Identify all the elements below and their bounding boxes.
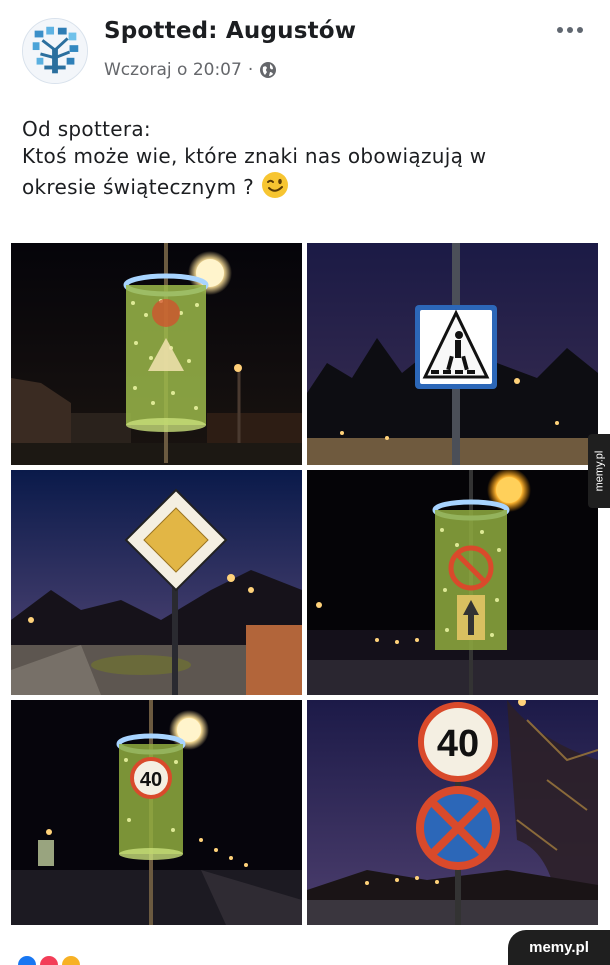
photo-6-image: 40 bbox=[307, 700, 598, 925]
post-photo-4[interactable] bbox=[307, 470, 598, 695]
winking-face-emoji-icon bbox=[260, 170, 290, 200]
photo-4-image bbox=[307, 470, 598, 695]
side-watermark-text: memy.pl bbox=[593, 450, 605, 492]
more-options-icon[interactable] bbox=[550, 18, 590, 42]
speed-sign-label: 40 bbox=[437, 723, 479, 765]
photo-1-image bbox=[11, 243, 302, 465]
post-text-line: Od spottera: bbox=[22, 117, 151, 141]
post-text-line: Ktoś może wie, które znaki nas obowiązuj… bbox=[22, 144, 487, 168]
post-photo-1[interactable] bbox=[11, 243, 302, 465]
post-photo-6[interactable]: 40 bbox=[307, 700, 598, 925]
speed-sign-label: 40 bbox=[140, 769, 162, 791]
haha-reaction-icon bbox=[62, 956, 80, 965]
love-reaction-icon bbox=[40, 956, 58, 965]
reaction-icons[interactable] bbox=[18, 956, 80, 965]
side-watermark: memy.pl bbox=[588, 434, 610, 508]
post-meta: Wczoraj o 20:07 · bbox=[104, 58, 277, 82]
photo-5-image: 40 bbox=[11, 700, 302, 925]
meta-separator: · bbox=[247, 60, 254, 80]
bottom-watermark-text: memy.pl bbox=[529, 939, 589, 956]
post-timestamp[interactable]: Wczoraj o 20:07 bbox=[104, 60, 242, 80]
post-photo-2[interactable] bbox=[307, 243, 598, 465]
post-text: Od spottera: Ktoś może wie, które znaki … bbox=[22, 116, 592, 201]
photo-3-image bbox=[11, 470, 302, 695]
post-text-line-with-emoji: okresie świątecznym ? bbox=[22, 170, 592, 201]
globe-icon bbox=[259, 61, 277, 79]
group-avatar-tree-icon bbox=[23, 19, 87, 83]
bottom-watermark: memy.pl bbox=[508, 930, 610, 965]
post-photo-5[interactable]: 40 bbox=[11, 700, 302, 925]
like-reaction-icon bbox=[18, 956, 36, 965]
post-text-line: okresie świątecznym ? bbox=[22, 175, 255, 199]
post-header: Spotted: Augustów Wczoraj o 20:07 · bbox=[0, 0, 610, 100]
group-name[interactable]: Spotted: Augustów bbox=[104, 18, 356, 44]
group-avatar[interactable] bbox=[22, 18, 88, 84]
post-photo-3[interactable] bbox=[11, 470, 302, 695]
photo-2-image bbox=[307, 243, 598, 465]
